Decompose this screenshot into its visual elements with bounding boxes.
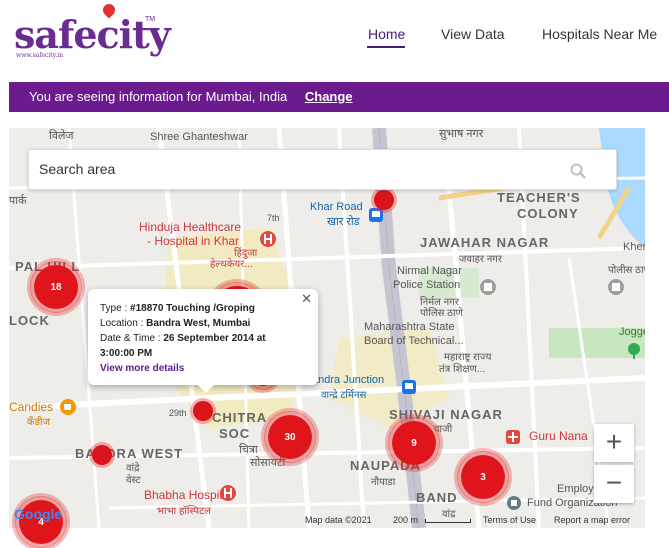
location-banner-text: You are seeing information for Mumbai, I… bbox=[29, 89, 288, 104]
incident-cluster[interactable]: 30 bbox=[264, 411, 316, 463]
view-more-details-link[interactable]: View more details bbox=[100, 361, 318, 376]
nav-hospitals-near-me[interactable]: Hospitals Near Me bbox=[542, 26, 657, 42]
popup-datetime-label: Date & Time : bbox=[100, 333, 161, 344]
map-label: JAWAHAR NAGAR bbox=[420, 235, 550, 250]
map-label: विलेज bbox=[49, 130, 74, 142]
map-label: Candies bbox=[9, 400, 54, 414]
map-label: TEACHER'S bbox=[497, 190, 581, 205]
map-label: हेल्थकेयर... bbox=[210, 259, 253, 270]
popup-location-label: Location : bbox=[100, 318, 144, 329]
map-label: COLONY bbox=[517, 206, 579, 221]
map-label: पोलिस ठाणे bbox=[420, 308, 463, 319]
map-label: Police Station bbox=[393, 279, 461, 291]
terms-of-use-link[interactable]: Terms of Use bbox=[483, 515, 536, 525]
incident-popup: ✕ Type : #18870 Touching /Groping Locati… bbox=[88, 289, 318, 393]
office-icon[interactable] bbox=[506, 495, 522, 511]
map-label: LOCK bbox=[9, 313, 50, 328]
zoom-out-button[interactable]: − bbox=[594, 465, 634, 503]
hospital-icon[interactable] bbox=[506, 430, 520, 444]
incident-cluster[interactable]: 3 bbox=[457, 451, 509, 503]
map-data-attribution: Map data ©2021 bbox=[305, 515, 372, 525]
popup-type-row: Type : #18870 Touching /Groping bbox=[100, 301, 318, 316]
map-label: वान्द्रे टर्मिनस bbox=[321, 390, 367, 401]
map-label: नौपाडा bbox=[371, 477, 396, 488]
map-label: SOC bbox=[219, 426, 251, 441]
map-label: जवाहर नगर bbox=[459, 254, 503, 265]
map-label: Guru Nana bbox=[529, 429, 588, 443]
search-input[interactable] bbox=[39, 161, 559, 177]
map-label: पोलीस ठाणे bbox=[608, 265, 645, 276]
nav-active-underline bbox=[367, 46, 405, 48]
search-icon[interactable] bbox=[570, 163, 586, 179]
report-map-error-link[interactable]: Report a map error bbox=[554, 515, 630, 525]
header: safecity TM www.safecity.in Home View Da… bbox=[0, 0, 669, 78]
map-label: भाभा हॉस्पिटल bbox=[157, 506, 211, 517]
incident-cluster[interactable]: 9 bbox=[388, 417, 440, 469]
map-label: CHITRA bbox=[212, 410, 268, 425]
map-label: सुभाष नगर bbox=[439, 128, 484, 140]
map-label: Nirmal Nagar bbox=[397, 265, 462, 277]
popup-type-value: #18870 Touching /Groping bbox=[130, 303, 255, 314]
train-station-icon[interactable] bbox=[369, 208, 383, 222]
map-label: कँडीज bbox=[27, 417, 51, 428]
map-label: Hinduja Healthcare bbox=[139, 220, 242, 234]
cafe-icon[interactable] bbox=[59, 398, 77, 416]
google-logo[interactable]: Google bbox=[14, 506, 62, 522]
hospital-icon[interactable] bbox=[259, 230, 277, 248]
map-label: Joggers bbox=[619, 326, 645, 338]
logo-tagline: www.safecity.in bbox=[16, 52, 64, 59]
park-icon[interactable] bbox=[626, 342, 642, 360]
train-station-icon[interactable] bbox=[402, 380, 416, 394]
map-label: Shree Ghanteshwar bbox=[150, 131, 248, 143]
map-label: - Hospital in Khar bbox=[147, 234, 240, 248]
police-station-icon[interactable] bbox=[479, 278, 497, 296]
incident-marker[interactable] bbox=[374, 190, 394, 210]
popup-location-value: Bandra West, Mumbai bbox=[146, 318, 251, 329]
logo-trademark: TM bbox=[145, 16, 156, 23]
close-icon[interactable]: ✕ bbox=[301, 291, 312, 306]
hospital-icon[interactable] bbox=[219, 484, 237, 502]
nav-view-data[interactable]: View Data bbox=[441, 26, 505, 42]
zoom-in-button[interactable]: + bbox=[594, 424, 634, 462]
map-label: Khar Road bbox=[310, 201, 363, 213]
incident-marker[interactable] bbox=[92, 445, 112, 465]
popup-datetime-row: Date & Time : 26 September 2014 at 3:00:… bbox=[100, 331, 300, 361]
search-box bbox=[28, 149, 617, 190]
map-label: andra Junction bbox=[312, 374, 385, 386]
map-label: 7th bbox=[267, 213, 280, 223]
map-label: पार्क bbox=[9, 195, 27, 207]
incident-cluster[interactable]: 18 bbox=[30, 261, 82, 313]
map-label: वेस्ट bbox=[126, 475, 141, 486]
location-banner: You are seeing information for Mumbai, I… bbox=[9, 82, 669, 112]
map-label: खार रोड bbox=[327, 216, 360, 228]
map-label: Maharashtra State bbox=[364, 321, 455, 333]
change-location-link[interactable]: Change bbox=[305, 89, 353, 104]
map-label: वांद्र bbox=[442, 509, 456, 520]
popup-location-row: Location : Bandra West, Mumbai bbox=[100, 316, 318, 331]
incident-marker[interactable] bbox=[193, 401, 213, 421]
map-label: BAND bbox=[416, 490, 458, 505]
incident-cluster[interactable]: 4 bbox=[15, 496, 67, 548]
map-label: 29th bbox=[169, 408, 187, 418]
map-label: Board of Technical... bbox=[364, 335, 464, 347]
popup-type-label: Type : bbox=[100, 303, 128, 314]
map-label: Kherwa bbox=[623, 241, 645, 253]
map-scale-bar bbox=[425, 519, 471, 523]
map-scale-label: 200 m bbox=[393, 515, 419, 525]
police-station-icon[interactable] bbox=[607, 278, 625, 296]
nav-home[interactable]: Home bbox=[368, 26, 405, 42]
map-label: तंत्र शिक्षण... bbox=[439, 364, 486, 375]
